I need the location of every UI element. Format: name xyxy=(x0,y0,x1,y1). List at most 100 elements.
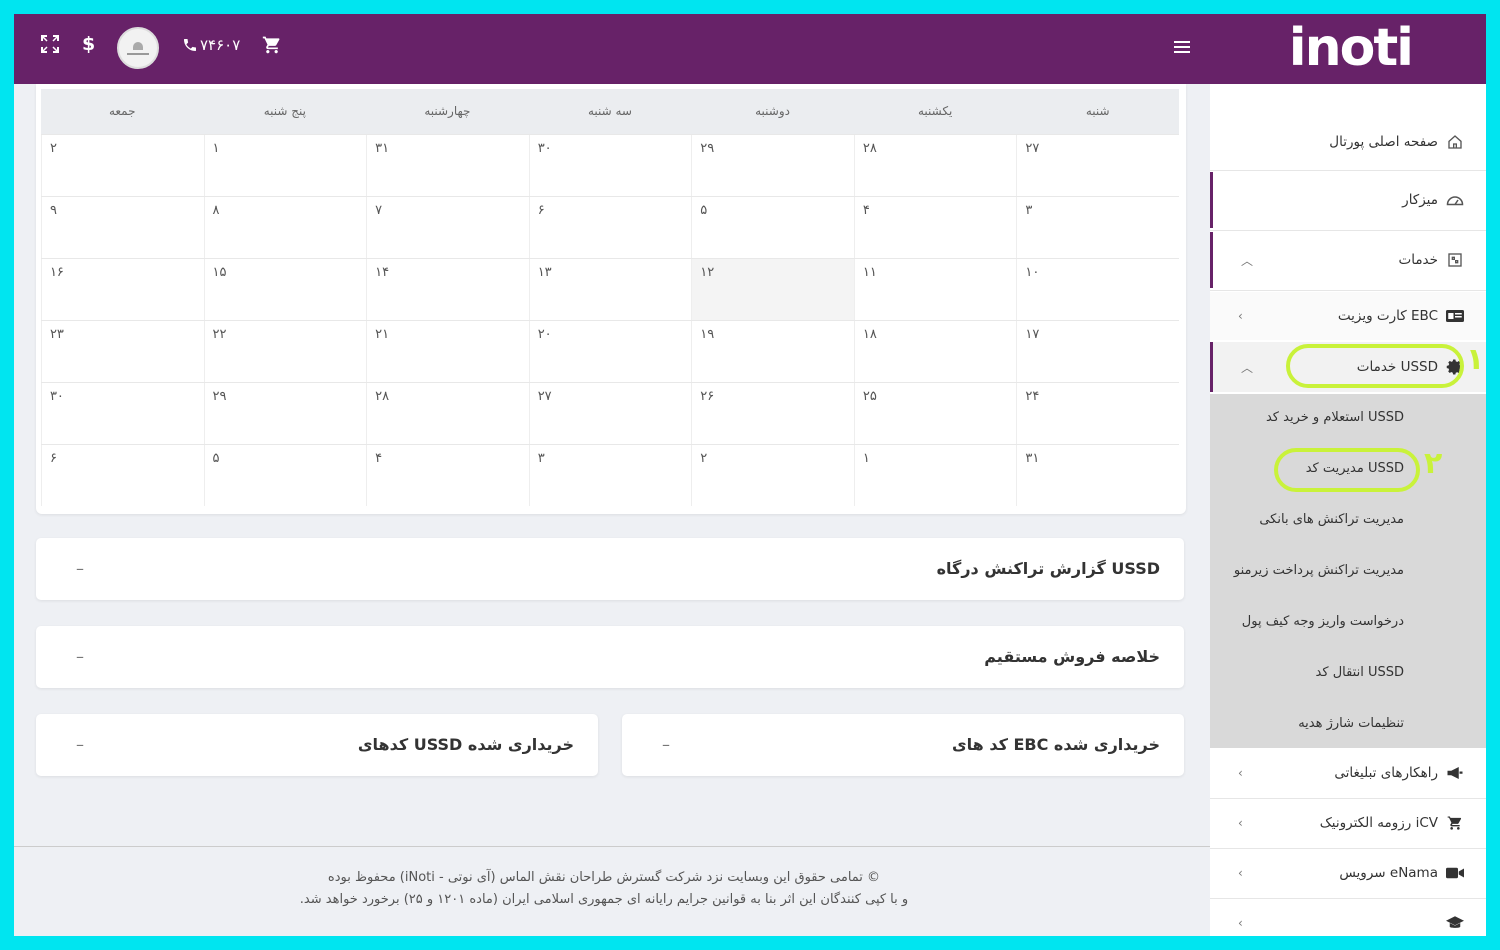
weekday-label: جمعه xyxy=(108,104,136,118)
sidebar-item-services[interactable]: ︿ خدمات xyxy=(1210,232,1486,288)
calendar-day-cell[interactable]: ۳۰ xyxy=(40,383,204,444)
calendar-day-cell[interactable]: ۶ xyxy=(528,197,692,258)
calendar-day-cell[interactable]: ۳۰ xyxy=(528,135,692,196)
calendar-day-cell[interactable]: ۲۱ xyxy=(366,321,529,382)
sidebar: صفحه اصلی پورتال میزکار ︿ خدمات ‹ کارت و… xyxy=(1210,84,1486,936)
support-phone[interactable]: ۷۴۶۰۷ xyxy=(182,36,240,54)
calendar-day-cell[interactable]: ۳۱ xyxy=(1016,445,1179,506)
calendar-day-cell[interactable]: ۲ xyxy=(40,135,204,196)
calendar-day-cell[interactable]: ۲۲ xyxy=(203,321,367,382)
calendar-day-cell[interactable]: ۳ xyxy=(1016,197,1179,258)
calendar-day-cell[interactable]: ۲۳ xyxy=(40,321,204,382)
dashboard-gauge-icon xyxy=(1446,191,1464,209)
sidebar-item-ebc-card[interactable]: ‹ کارت ویزیت EBC xyxy=(1210,292,1486,340)
submenu-item[interactable]: مدیریت تراکنش های بانکی xyxy=(1259,512,1404,527)
calendar-day-cell[interactable]: ۴ xyxy=(366,445,529,506)
calendar-day-cell[interactable]: ۸ xyxy=(203,197,367,258)
avatar-icon xyxy=(127,41,149,55)
home-icon xyxy=(1446,133,1464,151)
calendar-day-cell[interactable]: ۱۰ xyxy=(1016,259,1179,320)
cart-icon xyxy=(1446,814,1464,832)
collapse-icon[interactable]: – xyxy=(662,714,670,776)
calendar-day-cell[interactable]: ۱۶ xyxy=(40,259,204,320)
sidebar-item-home[interactable]: صفحه اصلی پورتال xyxy=(1210,122,1486,162)
annotation-number-1: ۱ xyxy=(1466,342,1485,377)
calendar-day-cell[interactable]: ۹ xyxy=(40,197,204,258)
calendar-day-cell[interactable]: ۴ xyxy=(853,197,1017,258)
submenu-item[interactable]: مدیریت تراکنش پرداخت زیرمنو xyxy=(1234,563,1404,578)
calendar-day-cell[interactable]: ۲۷ xyxy=(528,383,692,444)
calendar-day-cell[interactable]: ۲۶ xyxy=(691,383,854,444)
calendar-day-cell[interactable]: ۷ xyxy=(366,197,529,258)
calendar-day-cell[interactable]: ۲۸ xyxy=(366,383,529,444)
weekday-label: یکشنبه xyxy=(917,104,953,118)
avatar[interactable] xyxy=(117,27,159,69)
sidebar-item-dashboard[interactable]: میزکار xyxy=(1210,172,1486,228)
submenu-item[interactable]: درخواست واریز وجه کیف پول xyxy=(1242,614,1404,629)
ussd-submenu: استعلام و خرید کد USSD مدیریت کد USSD مد… xyxy=(1210,394,1486,748)
collapse-icon[interactable]: – xyxy=(76,714,84,776)
sidebar-item-label: سرویس eNama xyxy=(1339,865,1438,881)
calendar-day-cell[interactable]: ۱۱ xyxy=(853,259,1017,320)
direct-sales-summary-card[interactable]: خلاصه فروش مستقیم – xyxy=(36,626,1184,688)
ebc-purchased-card[interactable]: کد های EBC خریداری شده – xyxy=(622,714,1184,776)
weekday-label: شنبه xyxy=(1085,104,1110,118)
calendar-week-row: ۱۷ ۱۸ ۱۹ ۲۰ ۲۱ ۲۲ ۲۳ xyxy=(40,320,1179,382)
card-title: گزارش تراکنش درگاه USSD xyxy=(936,559,1160,578)
calendar-day-cell[interactable]: ۲۹ xyxy=(691,135,854,196)
calendar-day-cell[interactable]: ۱۲ xyxy=(691,259,854,320)
sidebar-item-enama[interactable]: ‹ سرویس eNama xyxy=(1210,850,1486,896)
highlight-annotation-2 xyxy=(1274,448,1420,492)
calendar-day-cell[interactable]: ۱۴ xyxy=(366,259,529,320)
calendar-day-cell[interactable]: ۱۷ xyxy=(1016,321,1179,382)
calendar-day-cell[interactable]: ۱۵ xyxy=(203,259,367,320)
chevron-left-icon: ‹ xyxy=(1238,866,1243,880)
ussd-purchased-card[interactable]: کدهای USSD خریداری شده – xyxy=(36,714,598,776)
sidebar-item-label: راهکارهای تبلیغاتی xyxy=(1334,765,1438,781)
calendar-header: شنبه یکشنبه دوشنبه سه شنبه چهارشنبه پنج … xyxy=(41,89,1179,134)
calendar-day-cell[interactable]: ۲۴ xyxy=(1016,383,1179,444)
calendar-day-cell[interactable]: ۱ xyxy=(853,445,1017,506)
sidebar-item-ad-solutions[interactable]: ‹ راهکارهای تبلیغاتی xyxy=(1210,750,1486,796)
chevron-up-icon: ︿ xyxy=(1241,360,1254,375)
wallet-dollar-icon[interactable]: $ xyxy=(82,33,95,55)
collapse-icon[interactable]: – xyxy=(76,626,84,688)
chevron-up-icon: ︿ xyxy=(1241,253,1254,268)
calendar-day-cell[interactable]: ۲۵ xyxy=(853,383,1017,444)
calendar-day-cell[interactable]: ۱۸ xyxy=(853,321,1017,382)
calendar-day-cell[interactable]: ۵ xyxy=(691,197,854,258)
video-camera-icon xyxy=(1446,864,1464,882)
annotation-number-2: ۲ xyxy=(1424,446,1443,481)
calendar-day-cell[interactable]: ۲۰ xyxy=(528,321,692,382)
calendar-week-row: ۲۷ ۲۸ ۲۹ ۳۰ ۳۱ ۱ ۲ xyxy=(40,134,1179,196)
card-title: کد های EBC خریداری شده xyxy=(952,735,1160,754)
ussd-transaction-report-card[interactable]: گزارش تراکنش درگاه USSD – xyxy=(36,538,1184,600)
calendar-day-cell[interactable]: ۱۹ xyxy=(691,321,854,382)
card-title: خلاصه فروش مستقیم xyxy=(984,647,1160,666)
calendar-day-cell[interactable]: ۲۷ xyxy=(1016,135,1179,196)
calendar-day-cell[interactable]: ۱۳ xyxy=(528,259,692,320)
sidebar-item-education[interactable]: ‹ xyxy=(1210,900,1486,936)
menu-toggle-icon[interactable] xyxy=(1174,41,1190,55)
submenu-item[interactable]: انتقال کد USSD xyxy=(1316,665,1404,680)
calendar-day-cell[interactable]: ۶ xyxy=(40,445,204,506)
sidebar-item-label: کارت ویزیت EBC xyxy=(1337,308,1438,324)
sidebar-item-label: رزومه الکترونیک iCV xyxy=(1319,815,1438,831)
calendar-day-cell[interactable]: ۲۸ xyxy=(853,135,1017,196)
calendar-day-cell[interactable]: ۵ xyxy=(203,445,367,506)
submenu-item[interactable]: استعلام و خرید کد USSD xyxy=(1266,410,1404,425)
calendar-day-cell[interactable]: ۳ xyxy=(528,445,692,506)
calendar-day-cell[interactable]: ۲۹ xyxy=(203,383,367,444)
submenu-item[interactable]: تنظیمات شارژ هدیه xyxy=(1298,716,1404,731)
calendar-day-cell[interactable]: ۲ xyxy=(691,445,854,506)
weekday-label: دوشنبه xyxy=(755,104,790,118)
calendar-day-cell[interactable]: ۱ xyxy=(203,135,367,196)
calendar-day-cell[interactable]: ۳۱ xyxy=(366,135,529,196)
sidebar-item-icv[interactable]: ‹ رزومه الکترونیک iCV xyxy=(1210,800,1486,846)
fullscreen-icon[interactable] xyxy=(40,34,60,54)
chevron-left-icon: ‹ xyxy=(1238,766,1243,780)
cart-icon[interactable] xyxy=(262,35,282,55)
chevron-left-icon: ‹ xyxy=(1238,309,1243,323)
logo[interactable]: inoti xyxy=(1289,16,1414,80)
collapse-icon[interactable]: – xyxy=(76,538,84,600)
